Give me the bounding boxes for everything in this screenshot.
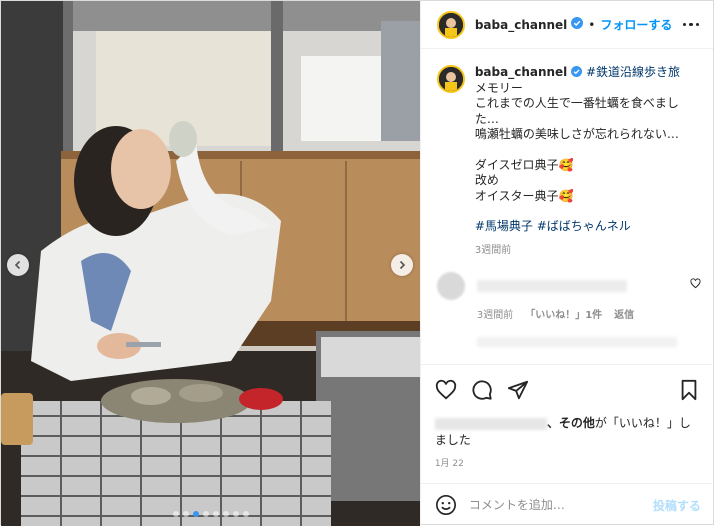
more-options-icon[interactable] xyxy=(682,22,699,27)
caption-line: 鳴瀬牡蠣の美味しさが忘れられない… xyxy=(474,127,679,141)
post-actions: 、その他が「いいね！」し ました 1月 22 xyxy=(420,364,714,469)
caption-line: オイスター典子🥰 xyxy=(474,188,574,203)
comment-icon[interactable] xyxy=(471,379,493,401)
chevron-right-icon xyxy=(399,260,406,270)
carousel-dot xyxy=(223,511,229,517)
avatar-image xyxy=(438,12,463,37)
carousel-dot xyxy=(203,511,209,517)
caption-hashtag[interactable]: #鉄道沿線歩き旅 xyxy=(586,65,680,79)
caption-username[interactable]: baba_channel xyxy=(475,65,567,79)
caption-line[interactable]: #馬場典子 #ばばちゃんネル xyxy=(475,219,680,235)
add-comment-bar: 投稿する xyxy=(420,483,714,526)
caption-time: 3週間前 xyxy=(474,244,512,256)
caption-body: baba_channel #鉄道沿線歩き旅 メモリー これまでの人生で一番牡蠣を食… xyxy=(475,65,680,258)
comment-meta: 3週間前 「いいね！」1件 返信 xyxy=(477,306,701,321)
post-date: 1月 22 xyxy=(434,459,464,469)
caption-line: メモリー xyxy=(474,80,523,95)
follow-button[interactable]: フォローする xyxy=(600,16,672,33)
avatar[interactable] xyxy=(436,10,465,39)
liked-by-blurred xyxy=(434,417,547,430)
comment-like-heart-icon[interactable] xyxy=(690,278,701,300)
carousel-dot xyxy=(173,511,179,517)
comment-reply-button[interactable]: 返信 xyxy=(614,306,634,321)
comments-area[interactable]: baba_channel #鉄道沿線歩き旅 メモリー これまでの人生で一番牡蠣を食… xyxy=(421,49,714,364)
likes-end: ました xyxy=(434,433,471,447)
avatar-image xyxy=(438,67,463,91)
comment-item xyxy=(436,272,701,300)
next-comment-faded xyxy=(476,337,677,347)
carousel-dots xyxy=(1,511,420,517)
caption-line: ダイスゼロ典子🥰 xyxy=(474,157,574,172)
comment-input[interactable] xyxy=(468,498,653,512)
caption-line: 改め xyxy=(474,173,499,187)
carousel-dot xyxy=(183,511,189,517)
carousel-dot xyxy=(243,511,249,517)
comment-likes[interactable]: 「いいね！」1件 xyxy=(525,306,602,321)
comment-time: 3週間前 xyxy=(476,310,514,321)
verified-badge-icon xyxy=(571,66,583,77)
likes-tail: 、その他 xyxy=(546,416,595,430)
header-separator: • xyxy=(588,17,596,32)
share-icon[interactable] xyxy=(507,379,529,401)
verified-badge-icon xyxy=(571,17,584,32)
comment-avatar[interactable] xyxy=(436,272,465,300)
post-header: baba_channel • フォローする xyxy=(420,1,713,49)
caption-text: メモリー これまでの人生で一番牡蠣を食べまし た… 鳴瀬牡蠣の美味しさが忘れられない…… xyxy=(475,81,680,235)
instagram-post: baba_channel • フォローする baba_channel #鉄道沿線… xyxy=(0,0,714,526)
carousel-dot xyxy=(213,511,219,517)
post-side-panel: baba_channel • フォローする baba_channel #鉄道沿線… xyxy=(419,1,714,526)
emoji-icon[interactable] xyxy=(435,494,457,516)
carousel-dot xyxy=(193,511,199,517)
heart-icon[interactable] xyxy=(435,379,457,401)
caption-line: た… xyxy=(474,111,499,126)
comment-text-blurred xyxy=(476,280,627,292)
carousel-prev-button[interactable] xyxy=(7,254,29,276)
header-username[interactable]: baba_channel xyxy=(475,18,567,32)
carousel-dot xyxy=(233,511,239,517)
carousel-next-button[interactable] xyxy=(391,254,413,276)
likes-summary[interactable]: 、その他が「いいね！」し ました xyxy=(434,415,699,449)
caption-line: これまでの人生で一番牡蠣を食べまし xyxy=(474,96,679,110)
post-photo[interactable] xyxy=(1,1,420,526)
caption: baba_channel #鉄道沿線歩き旅 メモリー これまでの人生で一番牡蠣を食… xyxy=(436,65,701,258)
caption-avatar[interactable] xyxy=(436,65,465,93)
photo-scene xyxy=(1,1,420,526)
chevron-left-icon xyxy=(14,260,21,270)
bookmark-icon[interactable] xyxy=(679,379,699,401)
likes-mid: が「いいね！」し xyxy=(594,416,691,430)
post-comment-button[interactable]: 投稿する xyxy=(653,497,701,514)
